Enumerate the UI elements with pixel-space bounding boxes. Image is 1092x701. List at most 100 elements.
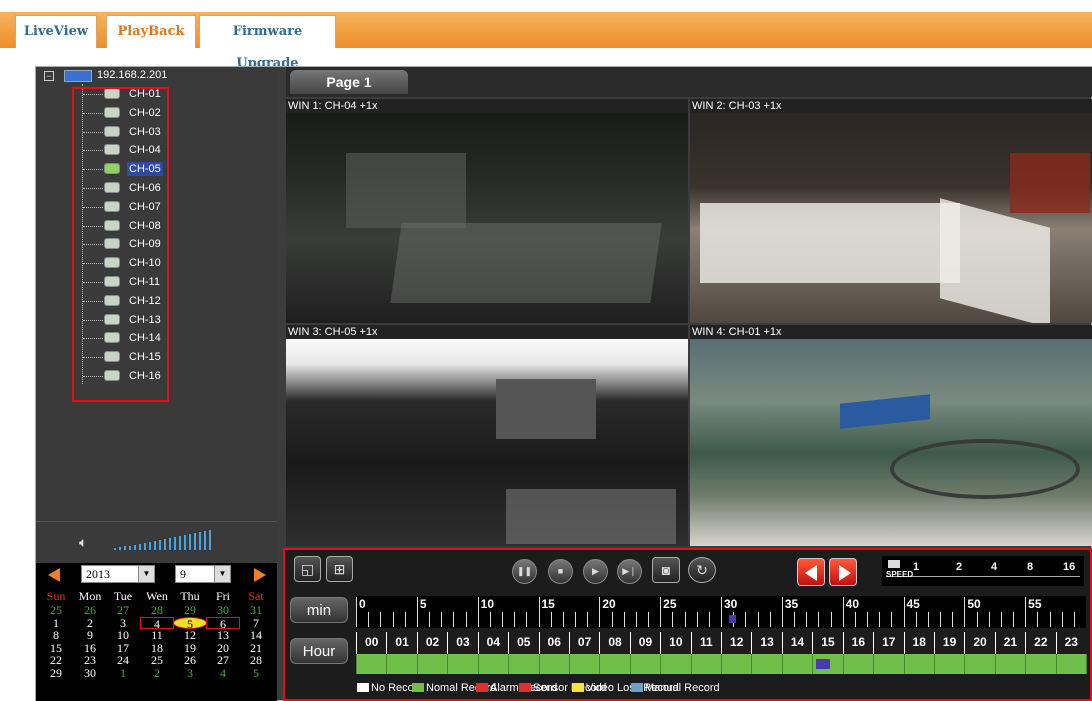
year-select[interactable]: 2013 ▼ [81, 565, 155, 583]
calendar-day[interactable]: 31 [239, 604, 273, 616]
calendar-day[interactable]: 30 [73, 667, 107, 679]
prev-month-icon[interactable] [48, 568, 60, 582]
calendar-day[interactable]: 6 [206, 616, 240, 630]
calendar-day[interactable]: 22 [39, 654, 73, 666]
calendar-day[interactable]: 29 [173, 604, 207, 616]
calendar-day[interactable]: 4 [206, 667, 240, 679]
chevron-down-icon[interactable]: ▼ [138, 566, 154, 582]
speed-option-2[interactable]: 2 [956, 561, 962, 573]
hour-cell-22[interactable]: 22 [1025, 632, 1055, 654]
hour-cell-04[interactable]: 04 [477, 632, 508, 654]
hour-cell-19[interactable]: 19 [933, 632, 964, 654]
hour-scale-button[interactable]: Hour [290, 638, 348, 664]
rewind-button[interactable] [797, 558, 825, 586]
speaker-icon[interactable]: 🔈︎ [79, 534, 87, 551]
stop-button[interactable]: ■ [548, 559, 573, 584]
calendar-day[interactable]: 10 [106, 629, 140, 641]
hour-cell-01[interactable]: 01 [386, 632, 416, 654]
calendar-day[interactable]: 13 [206, 629, 240, 641]
video-window-3[interactable]: WIN 3: CH-05 +1x [286, 325, 688, 546]
hour-cell-00[interactable]: 00 [356, 632, 386, 654]
chevron-down-icon[interactable]: ▼ [214, 566, 230, 582]
calendar-day[interactable]: 28 [239, 654, 273, 666]
quad-view-icon[interactable]: ⊞ [326, 556, 353, 582]
calendar-day[interactable]: 1 [106, 667, 140, 679]
video-window-1[interactable]: WIN 1: CH-04 +1x [286, 99, 688, 323]
hour-cell-03[interactable]: 03 [447, 632, 477, 654]
next-frame-button[interactable]: ▶❘ [617, 559, 642, 584]
tab-firmware-upgrade[interactable]: Firmware Upgrade [199, 15, 336, 71]
calendar-day[interactable]: 7 [239, 617, 273, 629]
calendar-day[interactable]: 17 [106, 642, 140, 654]
calendar-day[interactable]: 4 [140, 616, 174, 630]
calendar-day[interactable]: 1 [39, 617, 73, 629]
calendar-day[interactable]: 25 [140, 654, 174, 666]
hour-cell-12[interactable]: 12 [721, 632, 751, 654]
fast-forward-button[interactable] [829, 558, 857, 586]
calendar-day[interactable]: 5 [239, 667, 273, 679]
hour-cell-08[interactable]: 08 [599, 632, 629, 654]
calendar-day[interactable]: 27 [106, 604, 140, 616]
page-tab[interactable]: Page 1 [290, 70, 408, 94]
hour-cell-13[interactable]: 13 [751, 632, 781, 654]
next-month-icon[interactable] [254, 568, 266, 582]
hour-cell-16[interactable]: 16 [842, 632, 873, 654]
hour-cell-20[interactable]: 20 [964, 632, 994, 654]
tab-liveview[interactable]: LiveView [15, 15, 97, 48]
calendar-day[interactable]: 26 [173, 654, 207, 666]
calendar-day[interactable]: 14 [239, 629, 273, 641]
speed-option-16[interactable]: 16 [1063, 561, 1075, 573]
collapse-icon[interactable]: − [44, 71, 54, 81]
play-button[interactable]: ▶ [583, 559, 608, 584]
hour-cell-23[interactable]: 23 [1055, 632, 1086, 654]
hour-cell-02[interactable]: 02 [416, 632, 447, 654]
volume-slider[interactable] [114, 530, 224, 552]
calendar-day[interactable]: 21 [239, 642, 273, 654]
calendar-day[interactable]: 5 [173, 616, 207, 630]
calendar-day[interactable]: 3 [173, 667, 207, 679]
calendar-day[interactable]: 11 [140, 629, 174, 641]
calendar-day[interactable]: 9 [73, 629, 107, 641]
calendar-day[interactable]: 12 [173, 629, 207, 641]
calendar-day[interactable]: 8 [39, 629, 73, 641]
month-select[interactable]: 9 ▼ [175, 565, 231, 583]
speed-option-1[interactable]: 1 [913, 561, 919, 573]
calendar-day[interactable]: 19 [173, 642, 207, 654]
calendar-day[interactable]: 25 [39, 604, 73, 616]
video-window-4[interactable]: WIN 4: CH-01 +1x [690, 325, 1092, 546]
tab-playback[interactable]: PlayBack [106, 15, 196, 48]
calendar-day[interactable]: 15 [39, 642, 73, 654]
reset-icon[interactable]: ↻ [688, 557, 716, 583]
speed-option-8[interactable]: 8 [1027, 561, 1033, 573]
hour-cell-15[interactable]: 15 [812, 632, 842, 654]
hour-cell-05[interactable]: 05 [508, 632, 538, 654]
hour-cell-10[interactable]: 10 [660, 632, 690, 654]
calendar-day[interactable]: 30 [206, 604, 240, 616]
calendar-day[interactable]: 28 [140, 604, 174, 616]
hour-cell-07[interactable]: 07 [568, 632, 599, 654]
calendar-day[interactable]: 23 [73, 654, 107, 666]
calendar-day[interactable]: 26 [73, 604, 107, 616]
calendar-day[interactable]: 20 [206, 642, 240, 654]
snapshot-icon[interactable]: ◙ [652, 557, 680, 583]
calendar-day[interactable]: 2 [73, 617, 107, 629]
hour-cell-06[interactable]: 06 [538, 632, 569, 654]
hour-cell-17[interactable]: 17 [873, 632, 903, 654]
hour-cell-18[interactable]: 18 [903, 632, 934, 654]
calendar-day[interactable]: 29 [39, 667, 73, 679]
calendar-day[interactable]: 18 [140, 642, 174, 654]
hour-cell-11[interactable]: 11 [690, 632, 721, 654]
calendar-day[interactable]: 16 [73, 642, 107, 654]
hour-cell-14[interactable]: 14 [781, 632, 812, 654]
hour-cell-09[interactable]: 09 [629, 632, 660, 654]
video-window-2[interactable]: WIN 2: CH-03 +1x [690, 99, 1092, 323]
speed-option-4[interactable]: 4 [991, 561, 997, 573]
pause-button[interactable]: ❚❚ [512, 559, 537, 584]
single-view-icon[interactable]: ◱ [294, 556, 321, 582]
hour-cell-21[interactable]: 21 [994, 632, 1025, 654]
device-address[interactable]: 192.168.2.201 [97, 69, 167, 81]
min-scale-button[interactable]: min [290, 597, 348, 623]
calendar-day[interactable]: 27 [206, 654, 240, 666]
calendar-day[interactable]: 3 [106, 617, 140, 629]
calendar-day[interactable]: 24 [106, 654, 140, 666]
